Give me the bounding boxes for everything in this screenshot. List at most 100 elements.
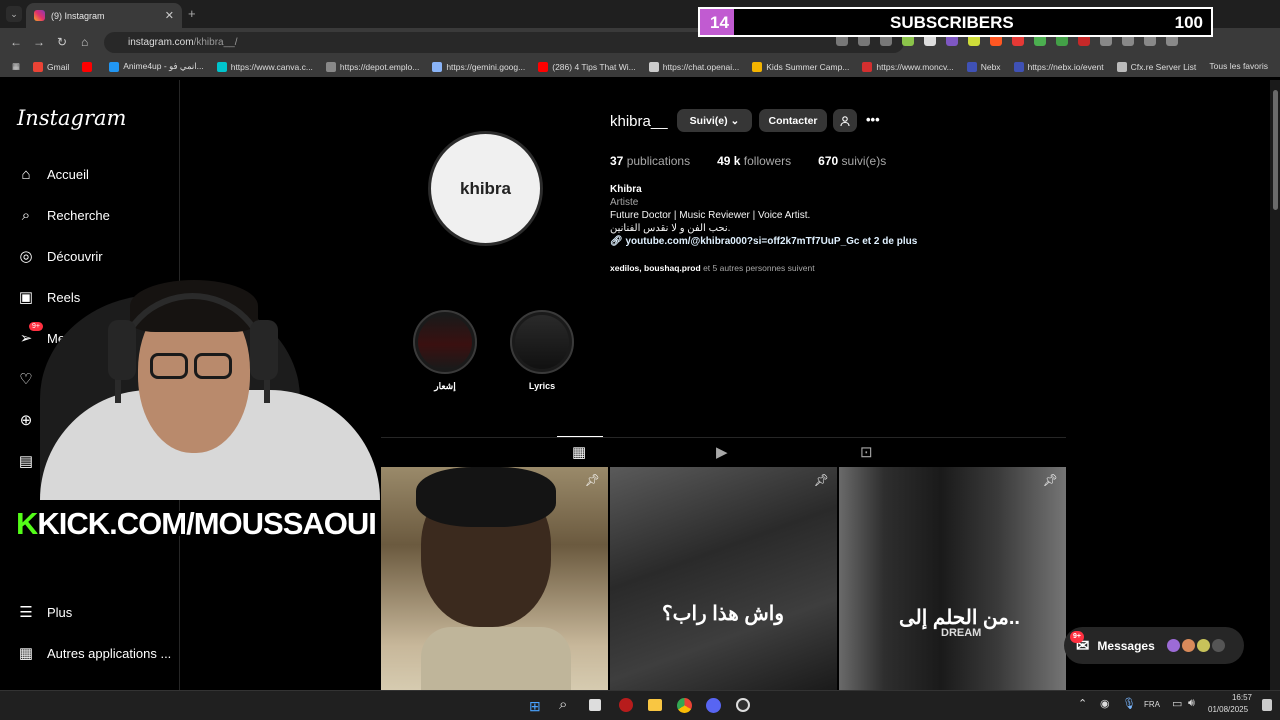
post-caption: واش هذا راب؟ [662,603,785,625]
scrollbar-thumb[interactable] [1273,90,1278,210]
home-icon[interactable]: ⌂ [81,35,88,49]
bookmark-label: https://chat.openai... [662,61,740,72]
clock-date[interactable]: 01/08/2025 [1208,705,1248,714]
notification-icon[interactable] [1262,699,1272,711]
bookmark-label: https://nebx.io/event [1027,61,1104,72]
pin-icon: 📌︎ [584,473,600,487]
contact-button[interactable]: Contacter [759,109,827,132]
kick-url: KICK.COM/MOUSSAOUI [37,506,376,541]
subscriber-goal: 100 [1174,13,1203,32]
messages-floating-button[interactable]: 9+ ✉︎ Messages [1064,627,1244,664]
bookmark-item[interactable]: Nebx [966,61,1001,72]
all-bookmarks-folder[interactable]: Tous les favoris [1209,61,1268,71]
bookmark-favicon-icon [82,61,93,72]
bookmark-favicon-icon [966,61,977,72]
profile-avatar[interactable]: khibra [428,131,543,246]
apps-grid-icon[interactable]: ▦ [12,61,20,72]
language-indicator[interactable]: FRA [1144,700,1160,709]
bookmark-label: Cfx.re Server List [1130,61,1197,72]
bookmark-item[interactable]: https://gemini.goog... [432,61,526,72]
suggest-people-button[interactable] [833,109,857,132]
recent-contacts-avatars [1166,639,1225,652]
tab-reels-icon[interactable]: ▶︎ [716,443,728,461]
search-icon[interactable]: ⌕ [559,696,567,713]
back-icon[interactable]: ← [10,35,22,49]
bookmark-favicon-icon [752,61,763,72]
bio-line-arabic: نحب الفن و لا نقدس الفنانين. [610,223,731,234]
obs-icon[interactable] [736,698,750,712]
bookmark-favicon-icon [1116,61,1127,72]
tab-posts-grid-icon[interactable]: ▦ [572,443,586,461]
bookmark-item[interactable] [82,61,96,72]
sidebar-item-more[interactable]: ☰ Plus [17,603,72,621]
profile-category: Artiste [610,197,639,208]
profile-link[interactable]: 🔗︎ youtube.com/@khibra000?si=off2k7mTf7U… [610,235,917,248]
bookmark-item[interactable]: Gmail [33,61,69,72]
clock-time[interactable]: 16:57 [1212,693,1252,702]
following-button[interactable]: Suivi(e) ⌄ [677,109,752,132]
bookmark-favicon-icon [325,61,336,72]
tab-tagged-icon[interactable]: ⊡ [860,443,873,461]
task-view-icon[interactable] [589,699,601,711]
new-tab-button[interactable]: + [188,6,196,21]
bookmark-item[interactable]: https://www.canva.c... [216,61,313,72]
volume-icon[interactable]: 🔊︎ [1188,697,1195,710]
bookmark-label: Nebx [980,61,1001,72]
app-icon[interactable] [619,698,633,712]
browser-tab-instagram[interactable]: (9) Instagram ✕ [26,3,182,28]
highlight-lyrics[interactable]: Lyrics [510,310,574,391]
profile-stats: 37 publications 49 k followers 670 suivi… [610,154,886,168]
followers-stat[interactable]: 49 k followers [717,154,791,168]
kick-logo: K [16,506,38,541]
bookmark-item[interactable]: (286) 4 Tips That Wi... [538,61,636,72]
post-thumbnail[interactable]: 📌︎ [381,467,608,690]
more-options-icon[interactable]: ••• [866,112,880,127]
webcam-overlay [0,265,395,500]
bookmark-item[interactable]: Kids Summer Camp... [752,61,850,72]
tab-close-icon[interactable]: ✕ [165,9,174,22]
following-stat[interactable]: 670 suivi(e)s [818,154,886,168]
sidebar-item-other-apps[interactable]: ▦ Autres applications ... [17,644,171,662]
page-scrollbar[interactable] [1270,80,1280,690]
post-thumbnail[interactable]: من الحلم إلى.. DREAM 📌︎ [839,467,1066,690]
bookmark-item[interactable]: Anime4up - انمي فو... [109,61,204,72]
reload-icon[interactable]: ↻ [57,35,67,49]
windows-start-icon[interactable]: ⊞ [529,698,541,715]
instagram-logo[interactable]: Instagram [17,106,126,130]
link-icon: 🔗︎ [610,236,626,247]
subscriber-label: SUBSCRIBERS [890,13,1014,32]
microphone-icon[interactable]: 🎙︎ [1122,697,1136,710]
bookmark-label: Kids Summer Camp... [766,61,850,72]
compass-icon: ◎ [19,248,33,265]
highlight-label: Lyrics [528,381,556,391]
file-explorer-icon[interactable] [648,699,662,711]
apps-icon: ▦ [18,645,34,662]
highlight-announcement[interactable]: إشعار [413,310,477,392]
tray-app-icon[interactable]: ◉ [1100,697,1110,710]
sidebar-item-accueil[interactable]: ⌂ Accueil [17,165,88,183]
discord-icon[interactable] [706,698,721,713]
bookmark-favicon-icon [109,61,120,72]
bookmark-item[interactable]: https://depot.emplo... [325,61,419,72]
sidebar-item-decouvrir[interactable]: ◎ Découvrir [17,247,102,265]
network-icon[interactable]: ▭ [1172,697,1182,710]
chrome-icon[interactable] [677,698,692,713]
subscriber-goal-overlay: 14 SUBSCRIBERS 100 [698,7,1213,37]
sidebar-item-recherche[interactable]: ⌕ Recherche [17,206,110,224]
profile-username: khibra__ [610,113,668,130]
bookmark-favicon-icon [538,61,549,72]
bookmark-item[interactable]: https://nebx.io/event [1013,61,1104,72]
bookmark-item[interactable]: https://www.moncv... [862,61,954,72]
bookmark-label: https://gemini.goog... [446,61,526,72]
post-thumbnail[interactable]: واش هذا راب؟ 📌︎ [610,467,837,690]
forward-icon[interactable]: → [33,35,45,49]
menu-icon: ☰ [19,604,33,621]
bookmark-item[interactable]: Cfx.re Server List [1116,61,1197,72]
followed-by-text[interactable]: xedilos, boushaq.prod et 5 autres person… [610,263,815,273]
instagram-favicon-icon [34,10,45,21]
tray-chevron-icon[interactable]: ⌃ [1078,697,1087,710]
tab-search-button[interactable]: ⌄ [6,6,22,22]
bookmark-item[interactable]: https://chat.openai... [648,61,740,72]
subscriber-count: 14 [710,13,729,32]
windows-taskbar: ⊞ ⌕ ⌃ ◉ 🎙︎ FRA ▭ 🔊︎ 16:57 01/08/2025 [0,690,1280,720]
